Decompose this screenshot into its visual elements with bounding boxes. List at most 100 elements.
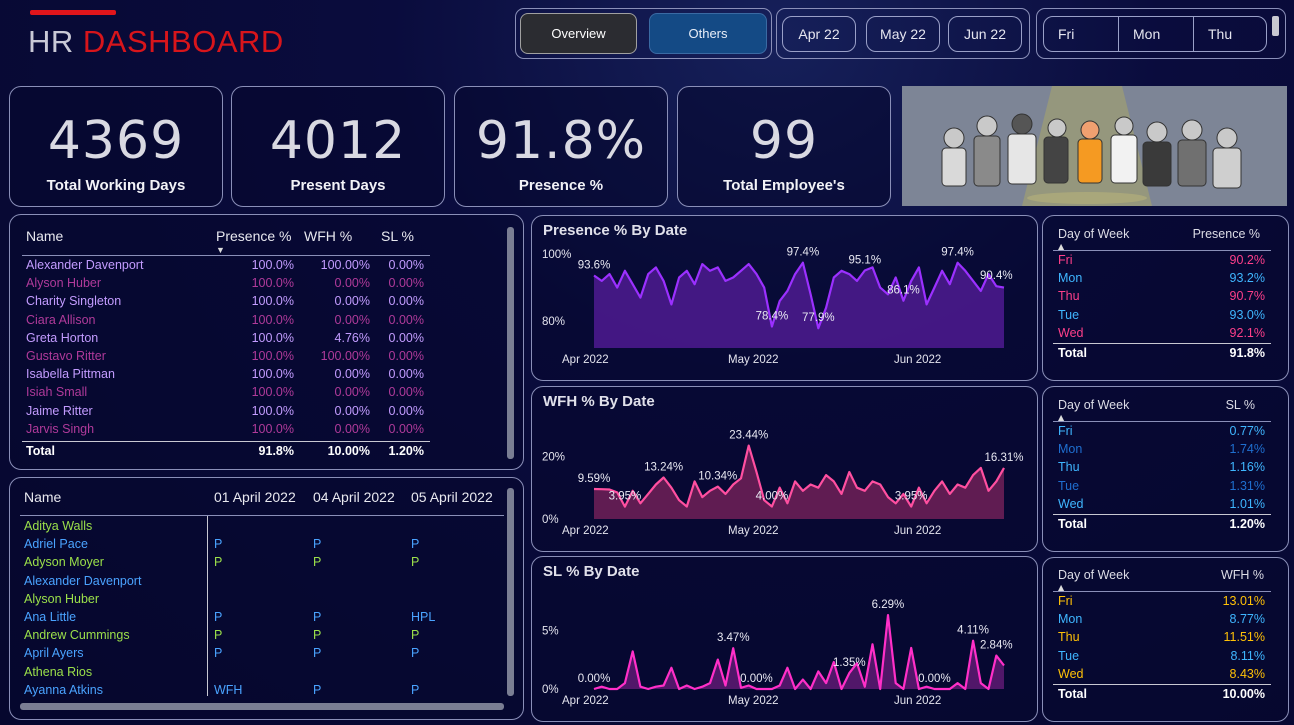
sl-value: 0.00% (388, 258, 424, 272)
sl-by-weekday-table: Day of Week SL % ▲ Fri 0.77% Mon 1.74% Thu 1.… (1042, 386, 1289, 552)
y-tick-label: 0% (542, 684, 559, 696)
matrix-horizontal-scrollbar[interactable] (20, 703, 504, 710)
presence-value: 100.0% (251, 294, 294, 309)
wfh-value: 0.00% (334, 385, 370, 400)
table-row[interactable]: Andrew Cummings P P P (10, 628, 500, 646)
x-tick-label: Apr 2022 (562, 695, 609, 707)
weekday-label: Tue (1058, 478, 1080, 493)
kpi-total-working-days: 4369 Total Working Days (9, 86, 223, 207)
sl-chart-svg: 5% 0%Apr 2022 May 2022 Jun 2022 0.00% 3.47% 0.… (542, 599, 1013, 707)
sl-value: 0.00% (388, 312, 424, 327)
overview-button[interactable]: Overview (520, 13, 637, 54)
matrix-header-date[interactable]: 01 April 2022 (214, 489, 296, 505)
col-header-wfh[interactable]: WFH % (304, 228, 352, 244)
month-jun-22[interactable]: Jun 22 (948, 16, 1022, 52)
col-header-value[interactable]: SL % (1226, 398, 1255, 412)
presence-value: 100.0% (251, 349, 294, 363)
list-item[interactable]: Thu 90.7% (1043, 289, 1273, 307)
wfh-value: 100.00% (320, 258, 370, 272)
data-label: 9.59% (578, 473, 611, 485)
attendance-status: P (214, 628, 223, 643)
table-row[interactable]: Isiah Small 100.0% 0.00% 0.00% (10, 385, 430, 403)
list-item[interactable]: Fri 0.77% (1043, 424, 1273, 442)
table-row[interactable]: Alexander Davenport (10, 574, 500, 592)
matrix-vertical-scrollbar[interactable] (507, 488, 514, 696)
table-row[interactable]: Ayanna Atkins WFH P P (10, 683, 500, 701)
col-header-day[interactable]: Day of Week (1058, 398, 1129, 412)
list-item[interactable]: Tue 8.11% (1043, 649, 1273, 667)
list-item[interactable]: Wed 8.43% (1043, 667, 1273, 685)
weekday-label: Mon (1058, 612, 1083, 627)
table-row[interactable]: Alexander Davenport 100.0% 100.00% 0.00% (10, 258, 430, 276)
attendance-status: P (411, 646, 420, 661)
matrix-header-date[interactable]: 05 April 2022 (411, 489, 493, 505)
list-item[interactable]: Wed 1.01% (1043, 497, 1273, 515)
list-item[interactable]: Fri 13.01% (1043, 594, 1273, 612)
weekday-label: Thu (1058, 630, 1080, 645)
list-item[interactable]: Mon 1.74% (1043, 442, 1273, 460)
table-row[interactable]: Adyson Moyer P P P (10, 555, 500, 573)
total-sl: 1.20% (388, 444, 424, 458)
total-row: Total 91.8% 10.00% 1.20% (10, 444, 430, 462)
table-row[interactable]: Ciara Allison 100.0% 0.00% 0.00% (10, 313, 430, 331)
table-row[interactable]: Aditya Walls (10, 519, 500, 537)
col-header-name[interactable]: Name (26, 228, 63, 244)
day-mon[interactable]: Mon (1119, 17, 1193, 51)
month-apr-22[interactable]: Apr 22 (782, 16, 856, 52)
weekday-value: 1.01% (1229, 496, 1265, 511)
table-row[interactable]: Adriel Pace P P P (10, 537, 500, 555)
matrix-header-name[interactable]: Name (24, 489, 61, 505)
kpi-total-employees: 99 Total Employee's (677, 86, 891, 207)
month-may-22[interactable]: May 22 (866, 16, 940, 52)
weekday-label: Mon (1058, 442, 1083, 457)
employee-name: Adriel Pace (24, 537, 88, 552)
data-label: 0.00% (918, 673, 951, 685)
total-divider (22, 441, 430, 442)
col-header-day[interactable]: Day of Week (1058, 227, 1129, 241)
header-divider (1053, 591, 1271, 592)
list-item[interactable]: Wed 92.1% (1043, 326, 1273, 344)
table-row[interactable]: April Ayers P P P (10, 646, 500, 664)
col-header-value[interactable]: Presence % (1193, 227, 1260, 241)
slicer-scrollbar[interactable] (1272, 16, 1279, 36)
list-item[interactable]: Fri 90.2% (1043, 253, 1273, 271)
table-row[interactable]: Charity Singleton 100.0% 0.00% 0.00% (10, 294, 430, 312)
others-button[interactable]: Others (649, 13, 767, 54)
employee-name: Ciara Allison (26, 312, 96, 327)
presence-value: 100.0% (251, 403, 294, 418)
data-label: 97.4% (941, 247, 974, 259)
total-divider (1053, 684, 1271, 685)
col-header-presence[interactable]: Presence % (216, 228, 291, 244)
day-thu[interactable]: Thu (1194, 17, 1266, 51)
table-scrollbar[interactable] (507, 227, 514, 459)
weekday-label: Mon (1058, 271, 1083, 286)
data-label: 97.4% (787, 247, 820, 259)
list-item[interactable]: Thu 11.51% (1043, 630, 1273, 648)
table-row[interactable]: Alyson Huber (10, 592, 500, 610)
x-tick-label: May 2022 (728, 525, 779, 537)
matrix-header-date[interactable]: 04 April 2022 (313, 489, 395, 505)
table-row[interactable]: Greta Horton 100.0% 4.76% 0.00% (10, 331, 430, 349)
table-row[interactable]: Athena Rios (10, 665, 500, 683)
employee-name: Ana Little (24, 610, 77, 624)
employee-name: Jaime Ritter (26, 403, 93, 418)
list-item[interactable]: Thu 1.16% (1043, 460, 1273, 478)
attendance-status: P (411, 555, 420, 570)
sort-desc-icon[interactable]: ▼ (216, 245, 225, 255)
list-item[interactable]: Tue 93.0% (1043, 308, 1273, 326)
col-header-day[interactable]: Day of Week (1058, 568, 1129, 582)
weekday-value: 93.0% (1229, 307, 1265, 322)
table-row[interactable]: Isabella Pittman 100.0% 0.00% 0.00% (10, 367, 430, 385)
table-row[interactable]: Alyson Huber 100.0% 0.00% 0.00% (10, 276, 430, 294)
col-header-sl[interactable]: SL % (381, 228, 414, 244)
table-row[interactable]: Jaime Ritter 100.0% 0.00% 0.00% (10, 404, 430, 422)
day-fri[interactable]: Fri (1044, 17, 1118, 51)
col-header-value[interactable]: WFH % (1221, 568, 1264, 582)
table-row[interactable]: Ana Little P P HPL (10, 610, 500, 628)
weekday-value: 11.51% (1223, 630, 1265, 645)
list-item[interactable]: Mon 93.2% (1043, 271, 1273, 289)
list-item[interactable]: Mon 8.77% (1043, 612, 1273, 630)
list-item[interactable]: Tue 1.31% (1043, 479, 1273, 497)
table-row[interactable]: Jarvis Singh 100.0% 0.00% 0.00% (10, 422, 430, 440)
table-row[interactable]: Gustavo Ritter 100.0% 100.00% 0.00% (10, 349, 430, 367)
